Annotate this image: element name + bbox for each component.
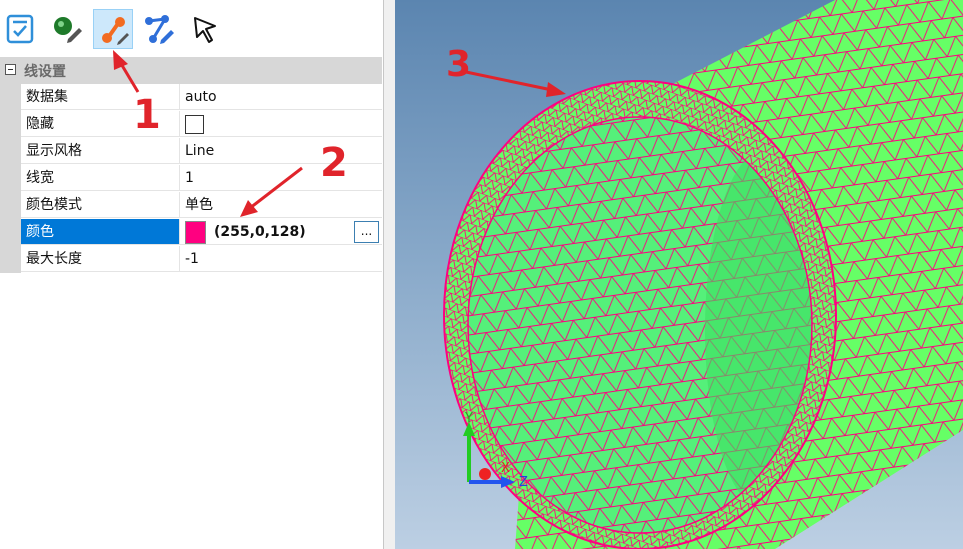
annotation-number-3: 3 (446, 44, 472, 85)
z-axis-label: Z (519, 475, 528, 490)
property-value[interactable]: 1 (180, 165, 382, 191)
panel-splitter[interactable] (383, 0, 395, 549)
property-value (180, 111, 382, 137)
color-value: (255,0,128) (214, 224, 306, 240)
axis-triad-icon: Y X Z (463, 411, 528, 490)
property-value[interactable]: -1 (180, 246, 382, 272)
line-edit-icon (102, 17, 129, 45)
polyline-pen-icon (145, 15, 174, 44)
property-value[interactable]: 单色 (180, 192, 382, 218)
property-row-color[interactable]: 颜色 (255,0,128) ... (0, 219, 382, 246)
property-name: 线宽 (21, 165, 180, 191)
node-pen-icon (54, 17, 82, 43)
toolbar (0, 0, 384, 57)
property-row-hidden[interactable]: 隐藏 (0, 111, 382, 138)
cursor-arrow-icon (194, 17, 216, 43)
node-edit-button[interactable] (47, 9, 87, 49)
property-name: 颜色模式 (21, 192, 180, 218)
select-button[interactable] (185, 9, 225, 49)
property-value: (255,0,128) ... (180, 219, 382, 245)
color-picker-button[interactable]: ... (354, 221, 379, 243)
property-name: 显示风格 (21, 138, 180, 164)
group-title: 线设置 (24, 64, 66, 80)
property-row-color-mode[interactable]: 颜色模式 单色 (0, 192, 382, 219)
property-row-max-length[interactable]: 最大长度 -1 (0, 246, 382, 273)
property-name: 颜色 (21, 219, 180, 245)
3d-viewport[interactable]: Y X Z (395, 0, 963, 549)
property-value[interactable]: auto (180, 84, 382, 110)
hidden-checkbox[interactable] (185, 115, 204, 134)
collapse-toggle-icon[interactable] (5, 64, 16, 75)
annotation-number-2: 2 (320, 140, 348, 186)
properties-panel: 线设置 数据集 auto 隐藏 显示风格 Line 线宽 1 颜色模式 单色 颜… (0, 0, 384, 549)
property-value[interactable]: Line (180, 138, 382, 164)
x-axis-label: X (501, 461, 510, 476)
property-name: 最大长度 (21, 246, 180, 272)
y-axis-label: Y (464, 411, 473, 426)
annotation-number-1: 1 (133, 92, 161, 138)
group-header[interactable]: 线设置 (0, 57, 382, 84)
polyline-button[interactable] (139, 9, 179, 49)
checklist-button[interactable] (1, 9, 41, 49)
checklist-icon (6, 14, 34, 44)
line-settings-button[interactable] (93, 9, 133, 49)
color-swatch[interactable] (185, 221, 206, 244)
property-row-dataset[interactable]: 数据集 auto (0, 84, 382, 111)
